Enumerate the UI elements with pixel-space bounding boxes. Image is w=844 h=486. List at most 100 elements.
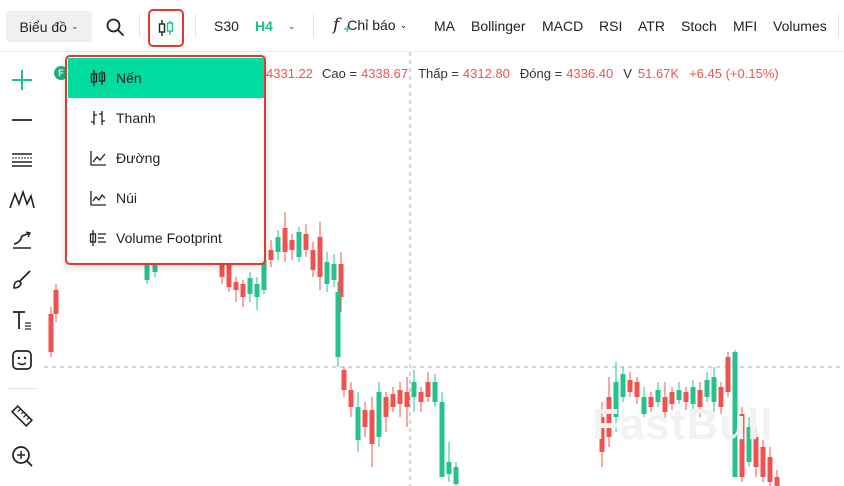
menu-item-candles[interactable]: Nến <box>68 58 264 98</box>
candle-body <box>240 284 246 297</box>
emoji-icon <box>12 350 32 370</box>
fib-lines-tool[interactable] <box>6 144 38 176</box>
indicator-ma[interactable]: MA <box>434 18 455 34</box>
candle-body <box>355 407 361 440</box>
candle-body <box>446 462 452 474</box>
text-tool[interactable] <box>6 304 38 336</box>
indicators-label: Chỉ báo <box>347 17 396 33</box>
candle-body <box>432 382 438 402</box>
menu-item-label: Thanh <box>116 110 156 126</box>
candle-body <box>767 457 773 482</box>
symbol-button[interactable]: S30 <box>214 18 239 34</box>
brush-icon <box>13 270 31 289</box>
ohlc-legend: 4331.22 Cao = 4338.67 Thấp = 4312.80 Đón… <box>266 66 779 81</box>
close-value: 4336.40 <box>566 66 614 81</box>
high-value: 4338.67 <box>361 66 409 81</box>
candle-body <box>711 377 717 402</box>
tool-divider <box>8 388 36 389</box>
indicators-button[interactable]: f + Chỉ báo ⌄ <box>333 15 407 35</box>
crosshair-icon <box>12 70 32 90</box>
menu-item-label: Nến <box>116 70 142 86</box>
candle-body <box>439 402 445 477</box>
menu-item-bars[interactable]: Thanh <box>68 98 264 138</box>
candle-body <box>296 232 302 257</box>
chart-type-button[interactable] <box>148 9 184 47</box>
indicator-mfi[interactable]: MFI <box>733 18 757 34</box>
function-icon: f + <box>333 15 352 35</box>
trend-tool[interactable] <box>6 224 38 256</box>
indicator-macd[interactable]: MACD <box>542 18 583 34</box>
menu-item-label: Volume Footprint <box>116 230 222 246</box>
drawing-toolbar <box>0 52 44 486</box>
horizontal-line-icon <box>12 119 32 121</box>
area-chart-icon <box>88 188 108 208</box>
brush-tool[interactable] <box>6 264 38 296</box>
indicator-stoch[interactable]: Stoch <box>681 18 717 34</box>
search-button[interactable] <box>101 13 129 41</box>
trend-icon <box>13 231 32 249</box>
chart-mode-dropdown[interactable]: Biểu đồ ⌄ <box>6 11 92 42</box>
crosshair-tool[interactable] <box>6 64 38 96</box>
volume-footprint-icon <box>88 228 108 248</box>
candle-body <box>48 314 54 352</box>
chart-type-menu: Nến Thanh Đường Núi Volume Footprint <box>65 55 266 265</box>
candle-body <box>348 390 354 407</box>
candle-body <box>760 447 766 477</box>
low-label: Thấp = <box>418 66 459 81</box>
toolbar-divider <box>838 14 839 38</box>
menu-item-area[interactable]: Núi <box>68 178 264 218</box>
menu-item-line[interactable]: Đường <box>68 138 264 178</box>
toolbar-divider <box>139 14 140 38</box>
candle-body <box>254 284 260 297</box>
interval-chevron-down-icon[interactable]: ⌄ <box>288 21 296 32</box>
chevron-down-icon: ⌄ <box>70 21 79 31</box>
pattern-icon <box>9 189 35 209</box>
line-chart-icon <box>88 148 108 168</box>
high-label: Cao = <box>322 66 358 81</box>
candle-body <box>317 237 323 277</box>
fib-lines-icon <box>12 153 32 167</box>
candle-body <box>331 264 337 280</box>
ruler-icon <box>10 404 34 428</box>
top-toolbar: Biểu đồ ⌄ S30 H4 ⌄ f + Chỉ báo ⌄ MA Bolli… <box>0 0 844 52</box>
candle-body <box>774 477 780 486</box>
ruler-tool[interactable] <box>6 400 38 432</box>
indicator-bollinger[interactable]: Bollinger <box>471 18 525 34</box>
candle-body <box>53 290 59 314</box>
chevron-down-icon: ⌄ <box>399 19 408 30</box>
low-value: 4312.80 <box>462 66 510 81</box>
candle-body <box>289 240 295 250</box>
zoom-in-tool[interactable] <box>6 440 38 472</box>
horizontal-line-tool[interactable] <box>6 104 38 136</box>
watermark-text: FastBull <box>592 400 774 449</box>
candle-body <box>369 410 375 444</box>
interval-button[interactable]: H4 <box>255 18 273 34</box>
candle-body <box>275 237 281 252</box>
emoji-tool[interactable] <box>6 344 38 376</box>
candle-body <box>324 262 330 284</box>
indicator-volumes[interactable]: Volumes <box>773 18 827 34</box>
candle-body <box>676 390 682 400</box>
volume-label: V <box>623 66 632 81</box>
candle-body <box>282 228 288 252</box>
candle-body <box>233 282 239 290</box>
app-window: Biểu đồ ⌄ S30 H4 ⌄ f + Chỉ báo ⌄ MA Bolli… <box>0 0 844 486</box>
toolbar-divider <box>195 14 196 38</box>
open-value: 4331.22 <box>266 66 313 81</box>
close-label: Đóng = <box>519 66 563 81</box>
candle-body <box>397 390 403 404</box>
candle-body <box>704 380 710 397</box>
candle-body <box>411 382 417 397</box>
candle-body <box>725 357 731 392</box>
candle-body <box>310 250 316 270</box>
pattern-tool[interactable] <box>6 184 38 216</box>
menu-item-label: Đường <box>116 150 161 166</box>
zoom-in-icon <box>12 446 33 467</box>
search-icon <box>106 18 124 36</box>
candle-body <box>634 382 640 397</box>
candle-body <box>453 467 459 484</box>
menu-item-volume-footprint[interactable]: Volume Footprint <box>68 218 264 258</box>
menu-item-label: Núi <box>116 190 138 206</box>
indicator-rsi[interactable]: RSI <box>599 18 622 34</box>
indicator-atr[interactable]: ATR <box>638 18 665 34</box>
